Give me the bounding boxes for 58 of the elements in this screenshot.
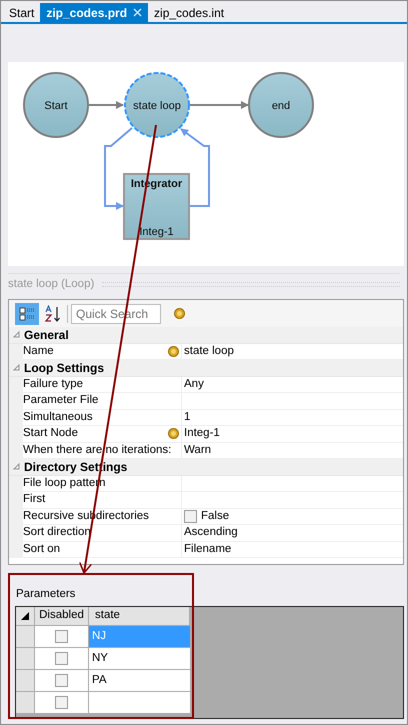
property-name: Sort direction <box>23 525 91 540</box>
property-value: Any <box>184 376 204 392</box>
property-name: When there are no iterations: <box>23 442 172 458</box>
property-value: Filename <box>184 542 232 557</box>
badge-icon <box>174 308 185 319</box>
property-row[interactable]: Simultaneous 1 <box>9 410 403 426</box>
property-name: First <box>23 492 46 508</box>
badge-icon <box>168 346 179 357</box>
category-label: General <box>23 326 69 344</box>
column-header[interactable]: state <box>89 607 190 625</box>
property-value: Ascending <box>184 525 238 540</box>
property-row[interactable]: Parameter File <box>9 393 403 410</box>
table-cell[interactable]: NY <box>89 648 190 669</box>
property-value: state loop <box>184 344 234 359</box>
property-name: Failure type <box>23 376 84 392</box>
row-header[interactable] <box>16 648 35 669</box>
loop-node[interactable]: end <box>248 72 314 138</box>
tab[interactable]: Start <box>3 3 40 22</box>
property-row[interactable]: Sort direction Ascending <box>9 525 403 542</box>
close-icon[interactable] <box>133 8 142 17</box>
property-value: Integ-1 <box>184 426 220 442</box>
categorized-view-button[interactable] <box>15 302 39 324</box>
badge-icon <box>168 428 179 440</box>
tab[interactable]: zip_codes.prd <box>40 3 148 22</box>
checkbox[interactable] <box>55 674 68 687</box>
table-cell[interactable]: PA <box>89 670 190 691</box>
property-row[interactable]: Sort on Filename <box>9 542 403 558</box>
property-row[interactable]: Failure type Any <box>9 376 403 393</box>
edge-arrow <box>190 101 249 109</box>
property-name: Simultaneous <box>23 410 93 425</box>
property-value: False <box>201 508 230 524</box>
property-name: Start Node <box>23 426 78 442</box>
property-value: 1 <box>184 410 190 425</box>
tab[interactable]: zip_codes.int <box>148 3 230 22</box>
categorized-icon <box>19 306 35 322</box>
checkbox[interactable] <box>184 510 197 523</box>
column-header[interactable]: Disabled <box>35 607 89 625</box>
loop-node[interactable]: state loop <box>124 72 190 138</box>
property-row[interactable]: Name state loop <box>9 344 403 360</box>
property-row[interactable]: When there are no iterations: Warn <box>9 442 403 459</box>
section-title: Parameters <box>16 587 76 602</box>
loop-node[interactable]: Start <box>23 72 89 138</box>
property-name: Parameter File <box>23 393 98 408</box>
property-value: Warn <box>184 442 212 458</box>
row-header[interactable] <box>16 692 35 713</box>
checkbox[interactable] <box>55 630 68 643</box>
panel-title: state loop (Loop) <box>8 276 94 292</box>
property-row[interactable]: First <box>9 492 403 508</box>
property-row[interactable]: Start Node Integ-1 <box>9 426 403 442</box>
table-cell[interactable] <box>89 692 190 713</box>
checkbox[interactable] <box>55 696 68 709</box>
checkbox[interactable] <box>55 652 68 665</box>
property-name: Name <box>23 344 54 359</box>
edge-arrow <box>89 101 124 109</box>
triangle-icon <box>21 612 29 620</box>
row-header[interactable] <box>16 670 35 691</box>
property-name: Sort on <box>23 542 60 557</box>
category-label: Loop Settings <box>23 360 104 377</box>
